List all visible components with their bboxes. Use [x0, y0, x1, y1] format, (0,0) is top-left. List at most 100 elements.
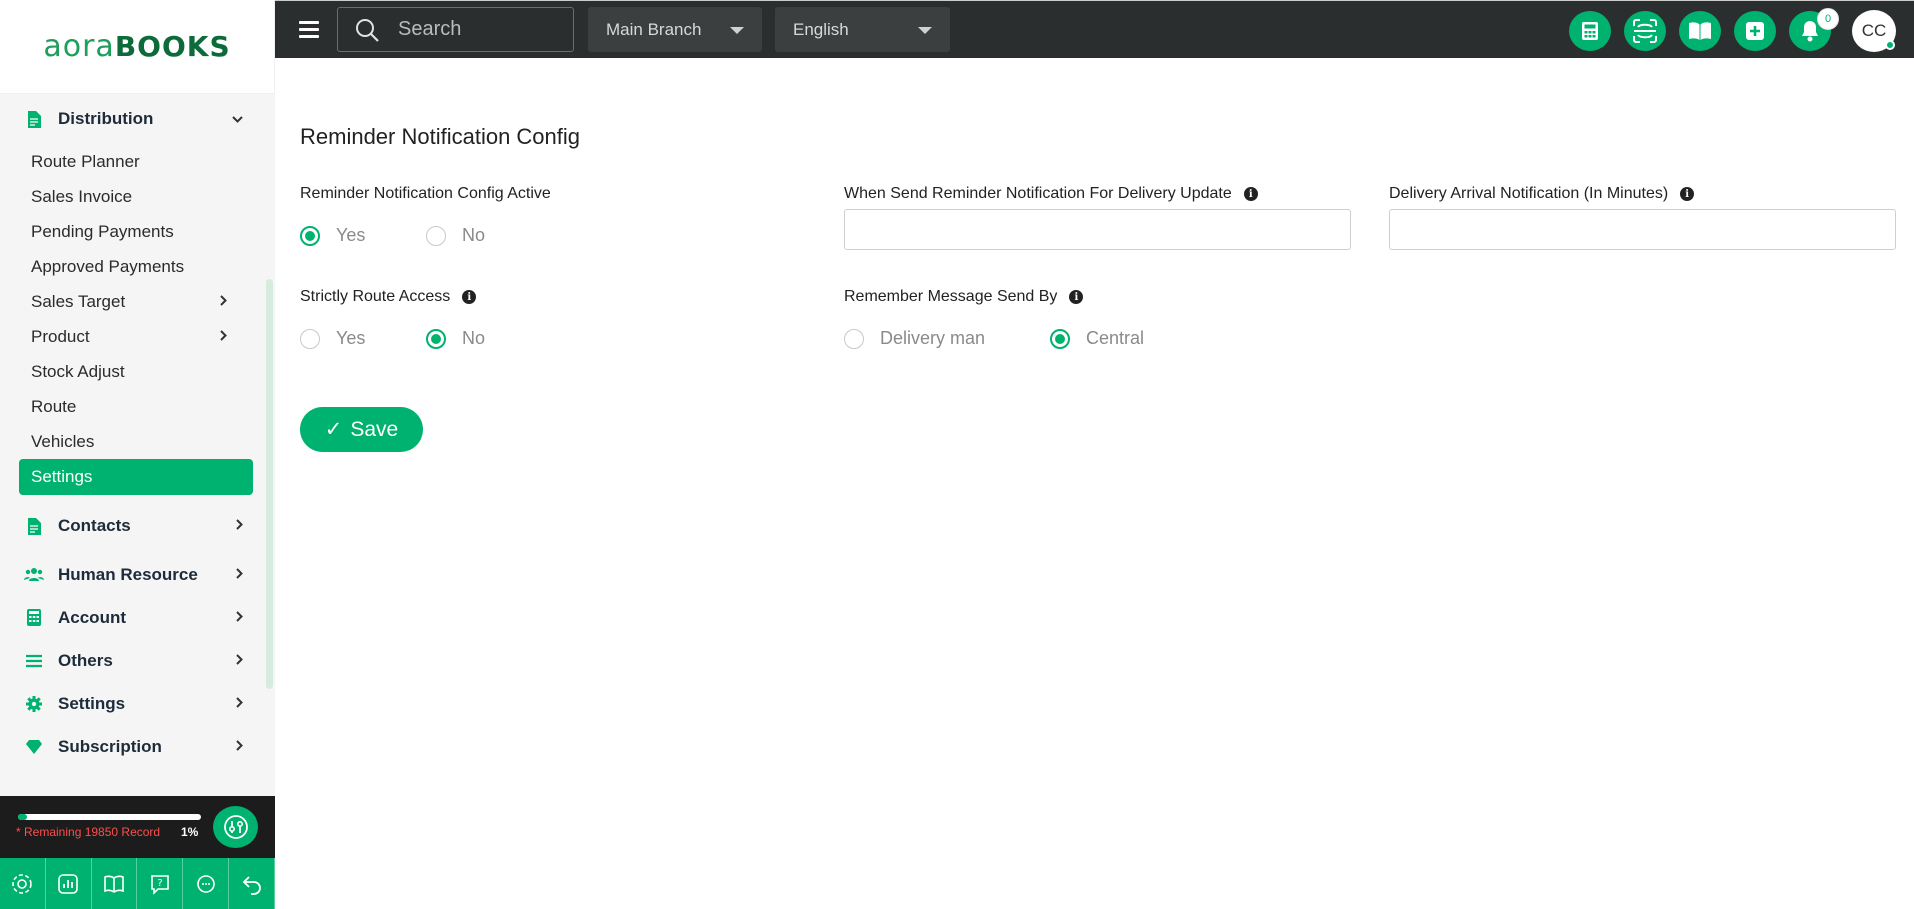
config-active-label: Reminder Notification Config Active	[300, 185, 551, 203]
chevron-right-icon	[236, 653, 243, 668]
app-logo[interactable]: aora BOOKS	[0, 0, 274, 94]
chevron-right-icon	[220, 329, 227, 344]
sidebar-group-settings[interactable]: Settings	[0, 682, 275, 725]
sidebar-item-sales-invoice[interactable]: Sales Invoice	[0, 179, 275, 214]
logo-text-aora: aora	[43, 29, 115, 64]
branch-select[interactable]: Main Branch	[588, 7, 762, 52]
config-active-no-radio[interactable]: No	[426, 225, 485, 246]
sidebar-groups: Contacts Human Resource Account Others Setti…	[0, 499, 275, 768]
sidebar-scrollbar[interactable]	[266, 279, 273, 689]
caret-down-icon	[918, 27, 932, 34]
sidebar-item-label: Route Planner	[31, 151, 140, 171]
branch-select-value: Main Branch	[606, 19, 702, 39]
sidebar-group-distribution[interactable]: Distribution	[0, 94, 275, 144]
reports-tool-button[interactable]	[46, 858, 92, 909]
info-icon[interactable]: i	[1680, 187, 1695, 201]
sidebar-item-vehicles[interactable]: Vehicles	[0, 424, 275, 459]
chat-tool-button[interactable]	[183, 858, 230, 909]
sidebar-group-label: Human Resource	[58, 564, 198, 584]
logo-text-books: BOOKS	[114, 30, 231, 63]
book-tool-icon	[104, 875, 124, 893]
record-usage-panel: * Remaining 19850 Record 1%	[0, 796, 275, 858]
message-by-deliveryman-radio[interactable]: Delivery man	[844, 328, 985, 349]
sidebar-item-route-planner[interactable]: Route Planner	[0, 144, 275, 179]
message-by-central-radio[interactable]: Central	[1050, 328, 1144, 349]
radio-unchecked	[300, 328, 320, 349]
back-tool-button[interactable]	[229, 858, 275, 909]
page-title: Reminder Notification Config	[300, 124, 581, 149]
help-tool-button[interactable]: ?	[137, 858, 184, 909]
scan-button[interactable]	[1624, 11, 1666, 51]
sidebar-item-pending-payments[interactable]: Pending Payments	[0, 214, 275, 249]
search-box[interactable]: Search	[337, 7, 574, 52]
upgrade-button[interactable]	[213, 806, 258, 848]
document-icon	[24, 109, 44, 129]
send-time-label: When Send Reminder Notification For Deli…	[844, 185, 1258, 203]
info-icon[interactable]: i	[462, 290, 477, 304]
calculator-button[interactable]	[1569, 11, 1611, 51]
sidebar-item-approved-payments[interactable]: Approved Payments	[0, 249, 275, 284]
add-new-button[interactable]	[1734, 11, 1776, 51]
sidebar-item-label: Pending Payments	[31, 221, 174, 241]
main-content: Reminder Notification Config Reminder No…	[275, 58, 1914, 909]
tools-bar: ?	[0, 858, 275, 909]
radio-label: Yes	[336, 328, 366, 348]
avatar-initials: CC	[1861, 21, 1887, 40]
sidebar-group-contacts[interactable]: Contacts	[0, 499, 275, 553]
strict-route-no-radio[interactable]: No	[426, 328, 485, 349]
guide-tool-button[interactable]	[92, 858, 138, 909]
sliders-icon	[223, 815, 248, 839]
sidebar-group-label: Contacts	[58, 516, 131, 535]
sidebar-item-label: Vehicles	[31, 431, 95, 451]
hamburger-menu-icon[interactable]	[299, 21, 319, 42]
arrival-label: Delivery Arrival Notification (In Minute…	[1389, 185, 1695, 203]
sidebar-item-settings[interactable]: Settings	[19, 459, 253, 495]
sidebar-group-others[interactable]: Others	[0, 639, 275, 682]
sidebar-group-account[interactable]: Account	[0, 596, 275, 639]
help-tool-icon: ?	[151, 874, 169, 895]
sidebar-item-route[interactable]: Route	[0, 389, 275, 424]
chevron-right-icon	[236, 567, 243, 582]
radio-unchecked	[426, 225, 446, 246]
strict-route-label: Strictly Route Access i	[300, 288, 477, 306]
document-icon	[24, 516, 44, 536]
guide-button[interactable]	[1679, 11, 1721, 51]
info-icon[interactable]: i	[1069, 290, 1084, 304]
info-icon[interactable]: i	[1243, 187, 1258, 201]
radio-label: Yes	[336, 225, 366, 245]
search-icon	[354, 17, 380, 43]
sidebar-group-label: Subscription	[58, 736, 162, 756]
save-button[interactable]: ✓ Save	[300, 407, 423, 452]
strict-route-label-text: Strictly Route Access	[300, 288, 451, 305]
sidebar-item-sales-target[interactable]: Sales Target	[0, 284, 275, 319]
chevron-right-icon	[236, 610, 243, 625]
config-active-yes-radio[interactable]: Yes	[300, 225, 365, 246]
chevron-right-icon	[220, 294, 227, 309]
radio-label: No	[462, 328, 486, 348]
settings-tool-button[interactable]	[0, 858, 46, 909]
sidebar-group-label: Others	[58, 650, 113, 670]
sidebar-item-label: Stock Adjust	[31, 361, 125, 381]
user-avatar[interactable]: CC	[1852, 10, 1896, 52]
strict-route-yes-radio[interactable]: Yes	[300, 328, 365, 349]
sidebar-item-label: Approved Payments	[31, 256, 185, 276]
sidebar-item-product[interactable]: Product	[0, 319, 275, 354]
sidebar-group-label: Distribution	[58, 109, 154, 128]
sidebar-item-stock-adjust[interactable]: Stock Adjust	[0, 354, 275, 389]
notification-count-badge: 0	[1817, 8, 1839, 30]
arrival-minutes-input[interactable]	[1389, 209, 1896, 250]
plus-icon	[1746, 22, 1764, 40]
calculator-icon	[1582, 22, 1598, 40]
distribution-submenu: Route Planner Sales Invoice Pending Paymen…	[0, 144, 275, 495]
sidebar-group-subscription[interactable]: Subscription	[0, 725, 275, 768]
language-select[interactable]: English	[775, 7, 950, 52]
send-time-label-text: When Send Reminder Notification For Deli…	[844, 185, 1232, 202]
records-percent: 1%	[181, 825, 199, 839]
gear-icon	[24, 694, 44, 714]
radio-checked	[426, 328, 446, 349]
back-tool-icon	[242, 875, 261, 895]
message-by-label-text: Remember Message Send By	[844, 288, 1058, 305]
sidebar-group-human-resource[interactable]: Human Resource	[0, 553, 275, 596]
send-time-input[interactable]	[844, 209, 1351, 250]
sidebar-item-label: Sales Target	[31, 291, 126, 311]
